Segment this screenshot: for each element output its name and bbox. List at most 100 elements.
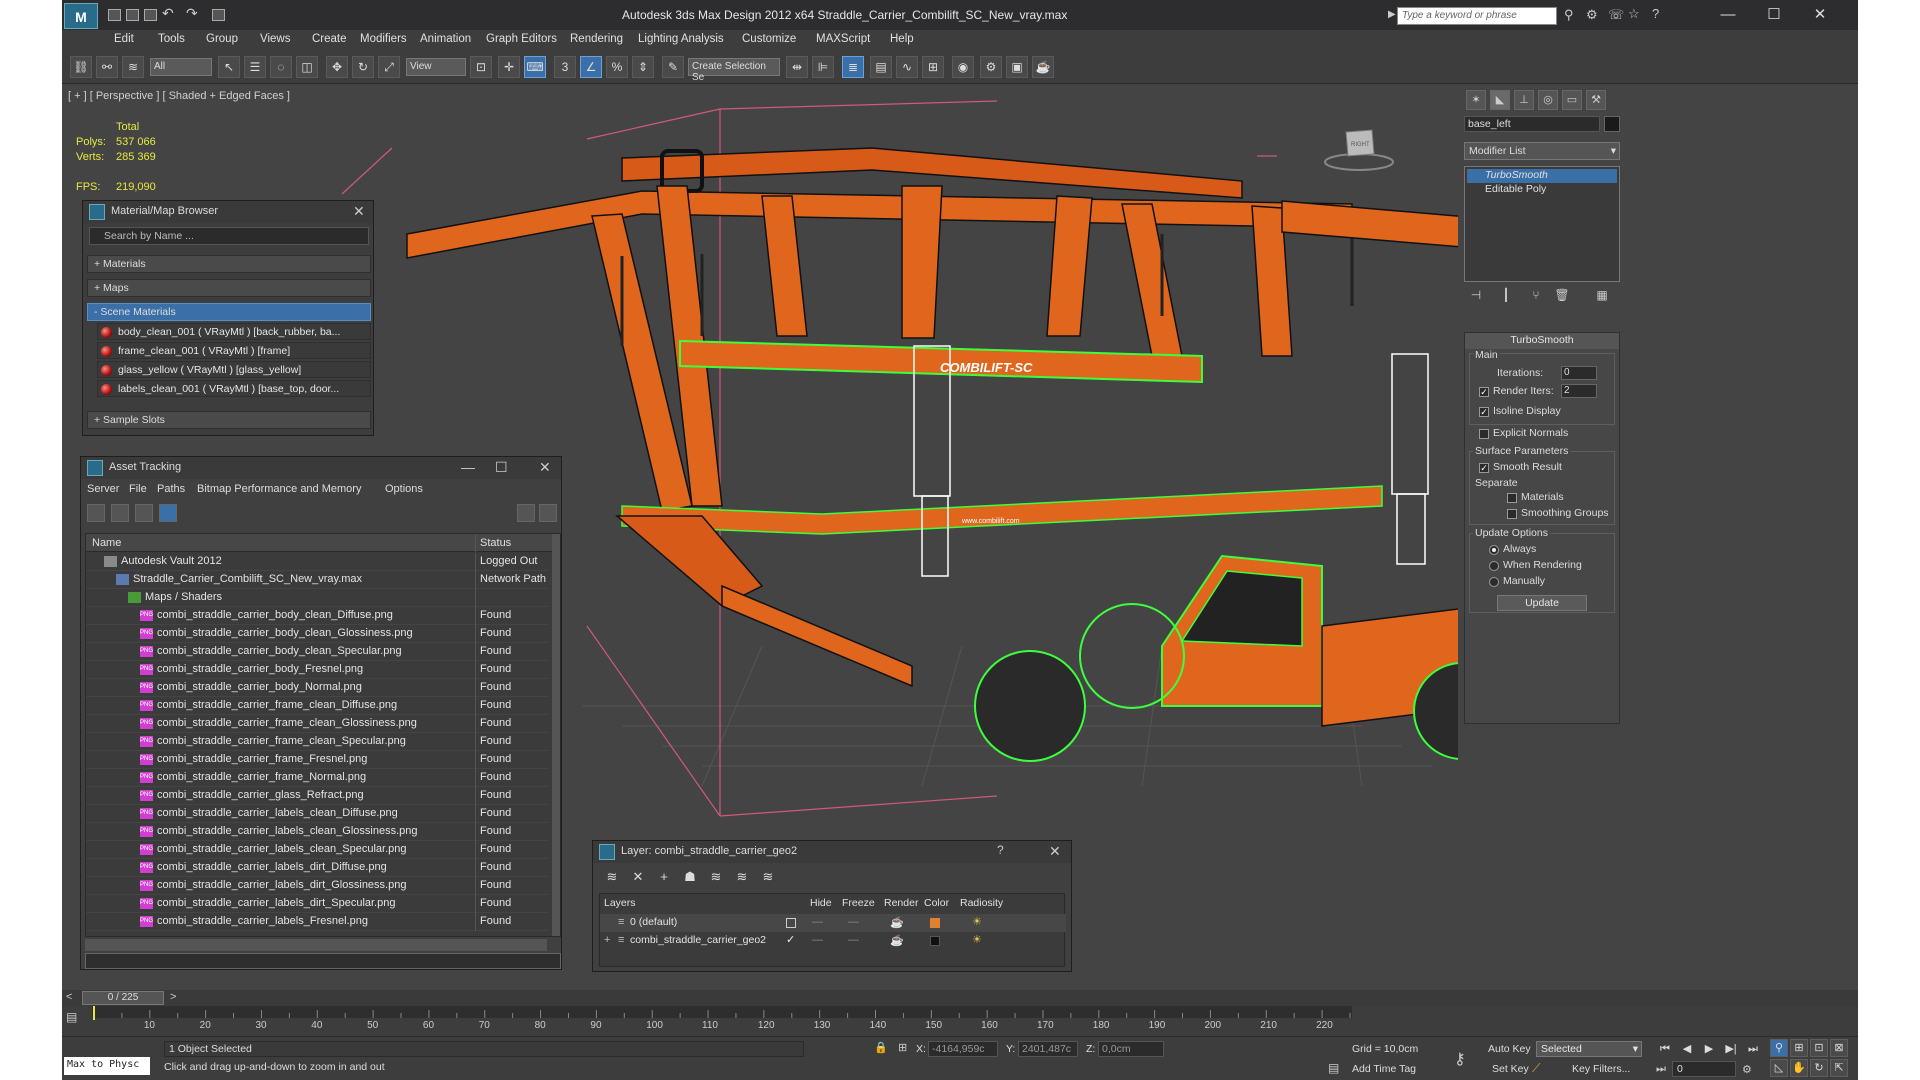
table-row[interactable]: PNG combi_straddle_carrier_body_clean_Glo…: [86, 625, 548, 643]
search-expand-icon[interactable]: ▶: [1388, 9, 1396, 20]
menu-help[interactable]: Help: [890, 33, 914, 45]
layer-close-icon[interactable]: ✕: [1049, 843, 1061, 860]
delete-layer-icon[interactable]: ✕: [629, 868, 647, 886]
table-row[interactable]: PNG combi_straddle_carrier_labels_dirt_Sp…: [86, 895, 548, 913]
absolute-mode-icon[interactable]: ⊞: [898, 1041, 907, 1054]
menu-graph-editors[interactable]: Graph Editors: [486, 33, 557, 45]
separate-materials-checkbox[interactable]: [1507, 493, 1517, 503]
table-row[interactable]: PNG combi_straddle_carrier_body_Fresnel.p…: [86, 661, 548, 679]
update-button[interactable]: Update: [1497, 595, 1587, 611]
color-column[interactable]: Color: [924, 897, 949, 909]
undo-icon[interactable]: ↶: [162, 5, 174, 22]
time-slider[interactable]: < 0 / 225 >: [62, 990, 1858, 1006]
time-configuration-icon[interactable]: ⚙: [1742, 1063, 1752, 1076]
z-coord-field[interactable]: 0,0cm: [1098, 1041, 1164, 1057]
asset-menu-file[interactable]: File: [129, 483, 147, 495]
scene-material-item[interactable]: labels_clean_001 ( VRayMtl ) [base_top, …: [97, 380, 371, 397]
render-column[interactable]: Render: [884, 897, 918, 909]
scene-material-item[interactable]: frame_clean_001 ( VRayMtl ) [frame]: [97, 342, 371, 359]
hide-toggle[interactable]: —: [812, 934, 823, 946]
select-and-move-icon[interactable]: ✥: [326, 56, 348, 78]
current-layer-toggle[interactable]: [786, 918, 796, 928]
pin-stack-icon[interactable]: ⊣: [1468, 288, 1484, 304]
asset-menu-options[interactable]: Options: [385, 483, 423, 495]
edit-named-selection-icon[interactable]: ✎: [662, 56, 684, 78]
orbit-icon[interactable]: ↻: [1810, 1059, 1828, 1077]
material-search-input[interactable]: Search by Name ...: [89, 227, 369, 245]
list-view-icon[interactable]: [111, 504, 129, 522]
selection-region-icon[interactable]: ◌: [270, 56, 292, 78]
asset-path-field[interactable]: [85, 953, 561, 969]
rollout-title[interactable]: TurboSmooth: [1465, 333, 1619, 349]
update-when-rendering-radio[interactable]: [1489, 561, 1499, 571]
communication-icon[interactable]: ☏: [1608, 7, 1624, 23]
keyword-search-input[interactable]: Type a keyword or phrase: [1397, 7, 1557, 25]
select-object-icon[interactable]: ↖: [218, 56, 240, 78]
x-coord-field[interactable]: -4164,959c: [928, 1041, 998, 1057]
hide-column[interactable]: Hide: [810, 897, 832, 909]
menu-group[interactable]: Group: [206, 33, 238, 45]
radiosity-icon[interactable]: ☀: [972, 915, 982, 928]
favorites-star-icon[interactable]: ☆: [1628, 6, 1640, 22]
asset-maximize-icon[interactable]: ☐: [495, 459, 508, 476]
scene-material-item[interactable]: glass_yellow ( VRayMtl ) [glass_yellow]: [97, 361, 371, 378]
previous-frame-icon[interactable]: ◀: [1678, 1041, 1696, 1057]
zoom-icon[interactable]: ⚲: [1770, 1039, 1788, 1057]
menu-create[interactable]: Create: [312, 33, 347, 45]
app-logo-icon[interactable]: M: [64, 3, 98, 29]
open-mini-curve-editor-icon[interactable]: ▤: [66, 1010, 77, 1024]
motion-tab-icon[interactable]: ◎: [1538, 90, 1558, 110]
modify-tab-icon[interactable]: ◣: [1490, 90, 1510, 110]
table-row[interactable]: PNG combi_straddle_carrier_labels_clean_D…: [86, 805, 548, 823]
layers-column[interactable]: Layers: [604, 897, 636, 909]
add-to-layer-icon[interactable]: +: [655, 868, 673, 886]
freeze-toggle[interactable]: —: [848, 934, 859, 946]
layer-color-swatch[interactable]: [930, 936, 940, 946]
unlink-icon[interactable]: ⚯: [96, 56, 118, 78]
asset-menu-paths[interactable]: Paths: [157, 483, 185, 495]
zoom-all-icon[interactable]: ⊞: [1790, 1039, 1808, 1057]
layer-row[interactable]: ≡ 0 (default) — — ☕ ☀: [600, 914, 1066, 932]
snaps-toggle-icon[interactable]: 3: [554, 56, 576, 78]
make-unique-icon[interactable]: ⑂: [1528, 288, 1544, 304]
lock-selection-icon[interactable]: 🔒: [874, 1041, 888, 1054]
maxscript-listener-input[interactable]: Max to Physc: [64, 1057, 150, 1075]
select-by-name-icon[interactable]: ☰: [244, 56, 266, 78]
maximize-viewport-icon[interactable]: ⇱: [1830, 1059, 1848, 1077]
close-button[interactable]: ✕: [1800, 4, 1840, 26]
menu-modifiers[interactable]: Modifiers: [360, 33, 407, 45]
layer-help-button[interactable]: ?: [997, 843, 1004, 857]
next-frame-icon[interactable]: ▶|: [1722, 1041, 1740, 1057]
layer-dialog-titlebar[interactable]: Layer: combi_straddle_carrier_geo2 ? ✕: [593, 841, 1071, 863]
isoline-display-checkbox[interactable]: ✓: [1479, 407, 1489, 417]
asset-menu-server[interactable]: Server: [87, 483, 119, 495]
configure-sets-icon[interactable]: ▦: [1594, 288, 1610, 304]
stack-item-turbosmooth[interactable]: TurboSmooth: [1467, 169, 1617, 183]
zoom-extents-icon[interactable]: ⊡: [1810, 1039, 1828, 1057]
update-always-radio[interactable]: [1489, 545, 1499, 555]
time-tag-icon[interactable]: ▤: [1328, 1061, 1339, 1075]
subscription-icon[interactable]: ⚙: [1586, 7, 1598, 23]
keyboard-shortcut-override-icon[interactable]: ⌨: [524, 56, 546, 78]
table-row[interactable]: PNG combi_straddle_carrier_glass_Refract.…: [86, 787, 548, 805]
add-time-tag-button[interactable]: Add Time Tag: [1352, 1063, 1416, 1075]
table-row[interactable]: PNG combi_straddle_carrier_labels_clean_S…: [86, 841, 548, 859]
material-browser-titlebar[interactable]: Material/Map Browser ✕: [83, 201, 373, 223]
table-row[interactable]: PNG combi_straddle_carrier_labels_dirt_Gl…: [86, 877, 548, 895]
align-icon[interactable]: ⊫: [812, 56, 834, 78]
schematic-view-icon[interactable]: ⊞: [922, 56, 944, 78]
asset-minimize-icon[interactable]: —: [461, 459, 475, 475]
key-filters-button[interactable]: Key Filters...: [1572, 1063, 1630, 1075]
named-selection-set-select[interactable]: Create Selection Se: [688, 58, 780, 83]
layer-manager-icon[interactable]: ≣: [842, 56, 864, 78]
current-frame-field[interactable]: 0: [1672, 1061, 1736, 1077]
menu-edit[interactable]: Edit: [114, 33, 134, 45]
explicit-normals-checkbox[interactable]: [1479, 429, 1489, 439]
table-row[interactable]: PNG combi_straddle_carrier_labels_Fresnel…: [86, 913, 548, 931]
table-row[interactable]: PNG combi_straddle_carrier_frame_clean_Di…: [86, 697, 548, 715]
zoom-extents-all-icon[interactable]: ⊠: [1830, 1039, 1848, 1057]
table-row[interactable]: Straddle_Carrier_Combilift_SC_New_vray.m…: [86, 571, 548, 589]
hide-toggle[interactable]: —: [812, 916, 823, 928]
render-production-icon[interactable]: ☕: [1032, 56, 1054, 78]
binoculars-icon[interactable]: ⚲: [1564, 7, 1574, 23]
